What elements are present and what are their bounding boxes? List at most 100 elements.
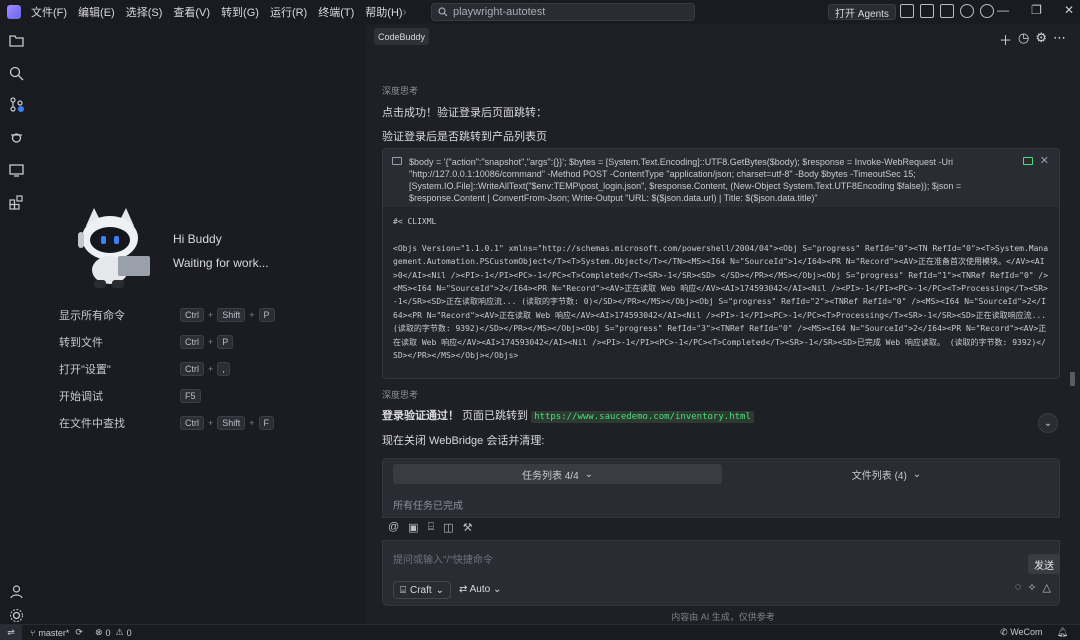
input-actions: ◌ ✧ △ — [1015, 581, 1051, 594]
model-auto-dropdown[interactable]: ⇄ Auto ⌄ — [459, 584, 501, 595]
settings-gear-icon[interactable] — [980, 4, 994, 18]
scroll-to-bottom-button[interactable]: ⌄ — [1038, 413, 1058, 433]
app-logo — [7, 5, 21, 19]
wecom-icon: ✆ — [1000, 627, 1011, 637]
image-icon[interactable]: ▣ — [408, 521, 418, 534]
command-row-go-to-file[interactable]: 转到文件 Ctrl + P — [59, 334, 359, 350]
title-bar: 文件(F) 编辑(E) 选择(S) 查看(V) 转到(G) 运行(R) 终端(T… — [0, 0, 1080, 24]
command-label: 开始调试 — [59, 391, 103, 403]
git-branch[interactable]: master* — [38, 628, 69, 638]
sync-icon[interactable]: ⟳ — [75, 627, 83, 638]
key-ctrl: Ctrl — [180, 362, 204, 376]
codebuddy-tab[interactable]: CodeBuddy — [374, 28, 430, 45]
warning-count[interactable]: 0 — [127, 628, 132, 638]
toggle-sidebar-icon[interactable] — [900, 4, 914, 18]
command-row-start-debugging[interactable]: 开始调试 F5 — [59, 388, 359, 404]
minimize-icon[interactable]: — — [997, 3, 1009, 17]
chat-toolbar: ＋ ◷ ⚙ ⋯ — [999, 30, 1066, 49]
more-icon[interactable]: ⋯ — [1053, 30, 1066, 49]
history-icon[interactable]: ◷ — [1018, 30, 1029, 49]
chevron-down-icon: ⌄ — [435, 584, 445, 596]
menu-go[interactable]: 转到(G) — [221, 4, 259, 20]
close-icon[interactable]: ✕ — [1064, 3, 1074, 17]
key-p: P — [217, 335, 234, 349]
extensions-icon[interactable] — [9, 195, 24, 210]
manage-gear-icon[interactable] — [9, 608, 24, 623]
mode-craft-dropdown[interactable]: ⌸ Craft ⌄ — [393, 581, 452, 599]
tab-file-list[interactable]: 文件列表 (4) ⌄ — [722, 464, 1051, 484]
thinking-label[interactable]: 深度思考 — [382, 84, 418, 97]
menu-run[interactable]: 运行(R) — [270, 4, 307, 20]
task-status: 所有任务已完成 — [393, 501, 463, 512]
welcome-page: Hi Buddy Waiting for work... 显示所有命令 Ctrl… — [33, 24, 366, 624]
toggle-secondary-sidebar-icon[interactable] — [940, 4, 954, 18]
run-debug-icon[interactable] — [9, 130, 24, 145]
back-arrow-icon[interactable]: ‹ — [384, 4, 388, 19]
chat-input[interactable]: 提问或输入"/"快捷命令 ⌸ Craft ⌄ ⇄ Auto ⌄ ◌ ✧ △ — [382, 540, 1060, 606]
key-p: P — [258, 308, 275, 322]
new-chat-icon[interactable]: ＋ — [999, 30, 1012, 49]
activity-bar — [0, 24, 33, 624]
command-row-open-settings[interactable]: 打开"设置" Ctrl + , — [59, 361, 359, 377]
mention-icon[interactable]: @ — [388, 521, 399, 534]
menu-edit[interactable]: 编辑(E) — [78, 4, 115, 20]
branch-icon: ⑂ — [30, 627, 36, 638]
remote-explorer-icon[interactable] — [9, 163, 24, 178]
collapse-icon[interactable]: ✕ — [1040, 155, 1049, 167]
menu-terminal[interactable]: 终端(T) — [318, 4, 354, 20]
menu-view[interactable]: 查看(V) — [173, 4, 210, 20]
assistant-message: 点击成功！验证登录后页面跳转： — [382, 107, 547, 119]
toggle-panel-icon[interactable] — [920, 4, 934, 18]
nav-arrows: ‹ › — [384, 4, 407, 19]
account-icon[interactable] — [960, 4, 974, 18]
inventory-url-link[interactable]: https://www.saucedemo.com/inventory.html — [531, 411, 754, 423]
tab-task-list[interactable]: 任务列表 4/4 ⌄ — [393, 464, 722, 484]
send-icon[interactable]: △ — [1043, 581, 1051, 594]
source-control-icon[interactable] — [9, 97, 24, 112]
explorer-icon[interactable] — [9, 33, 24, 48]
remote-indicator-icon[interactable]: ⇌ — [0, 624, 22, 640]
send-tooltip: 发送 — [1028, 554, 1060, 574]
assistant-message: 现在关闭 WebBridge 会话并清理: — [382, 435, 545, 447]
command-row-show-all[interactable]: 显示所有命令 Ctrl + Shift + P — [59, 307, 359, 323]
layout-controls — [900, 4, 994, 18]
tab-label: 任务列表 4/4 — [521, 470, 579, 482]
tools-icon[interactable]: ⚒ — [463, 521, 473, 534]
thinking-label[interactable]: 深度思考 — [382, 388, 418, 401]
key-shift: Shift — [217, 416, 246, 430]
search-icon — [438, 7, 448, 17]
auto-icon: ⇄ — [459, 584, 468, 595]
restore-icon[interactable]: ❐ — [1031, 3, 1042, 17]
forward-arrow-icon[interactable]: › — [402, 4, 406, 19]
message-text: 页面已跳转到 — [459, 410, 532, 422]
status-right: ✆ WeCom 🔔︎ — [1000, 627, 1068, 638]
enhance-prompt-icon[interactable]: ✧ — [1027, 581, 1036, 594]
command-label: 转到文件 — [59, 337, 103, 349]
account-icon[interactable] — [9, 584, 24, 599]
input-placeholder: 提问或输入"/"快捷命令 — [393, 555, 493, 566]
search-icon[interactable] — [9, 66, 24, 81]
assistant-message: 登录验证通过！ 页面已跳转到 https://www.saucedemo.com… — [382, 407, 754, 423]
command-center-search[interactable]: playwright-autotest — [431, 3, 695, 21]
error-icon: ⊗ — [94, 627, 103, 637]
input-toolbar: @ ▣ ⌸ ◫ ⚒ — [388, 521, 472, 534]
open-in-terminal-icon[interactable] — [1023, 157, 1033, 165]
menu-selection[interactable]: 选择(S) — [126, 4, 163, 20]
window-controls: — ❐ ✕ — [997, 3, 1074, 17]
auto-label: Auto — [469, 584, 491, 595]
wecom-account[interactable]: ✆ WeCom — [1000, 627, 1042, 638]
craft-label: Craft — [410, 584, 432, 596]
open-agents-button[interactable]: 打开 Agents — [828, 4, 896, 20]
command-text: $body = '{"action":"snapshot","args":{}}… — [409, 157, 962, 203]
loading-spinner-icon: ◌ — [1014, 581, 1022, 593]
codebuddy-chat-panel: CodeBuddy ＋ ◷ ⚙ ⋯ 深度思考 点击成功！验证登录后页面跳转： 验… — [366, 24, 1080, 624]
menu-file[interactable]: 文件(F) — [31, 4, 67, 20]
docs-icon[interactable]: ◫ — [443, 521, 453, 534]
chat-scrollbar[interactable] — [1070, 372, 1075, 386]
error-count[interactable]: 0 — [106, 628, 111, 638]
rules-icon[interactable]: ⌸ — [428, 521, 435, 534]
command-row-find-in-files[interactable]: 在文件中查找 Ctrl + Shift + F — [59, 415, 359, 431]
settings-gear-icon[interactable]: ⚙ — [1035, 30, 1047, 49]
notifications-bell-icon[interactable]: 🔔︎ — [1057, 627, 1068, 638]
status-bar: ⇌ ⑂ master* ⟳ ⊗ 0 ⚠ 0 ✆ WeCom 🔔︎ — [0, 624, 1080, 640]
